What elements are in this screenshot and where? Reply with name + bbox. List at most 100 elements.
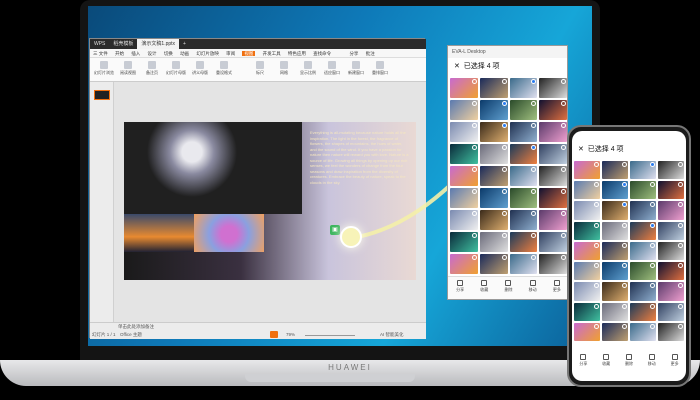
select-checkbox[interactable] [531, 211, 537, 216]
photo-thumbnail[interactable] [630, 322, 656, 341]
select-checkbox[interactable] [678, 242, 683, 248]
photo-thumbnail[interactable] [450, 144, 478, 164]
ai-beautify-button[interactable]: AI 智能美化 [380, 332, 404, 338]
photo-thumbnail[interactable] [450, 166, 478, 186]
select-checkbox[interactable] [501, 79, 507, 84]
select-checkbox[interactable] [471, 145, 477, 150]
bride-photo[interactable] [124, 122, 302, 214]
menu-transition[interactable]: 切换 [164, 51, 173, 56]
select-checkbox[interactable] [501, 145, 507, 150]
close-icon[interactable]: ✕ [454, 63, 460, 70]
photo-thumbnail[interactable] [574, 282, 600, 301]
photo-thumbnail[interactable] [630, 262, 656, 281]
tab-presentation[interactable]: 演示文稿1.pptx [137, 39, 180, 49]
photo-thumbnail[interactable] [539, 122, 567, 142]
photo-thumbnail[interactable] [574, 241, 600, 261]
photo-thumbnail[interactable] [658, 201, 684, 220]
photo-thumbnail[interactable] [658, 322, 684, 341]
menu-slideshow[interactable]: 幻灯片放映 [196, 51, 219, 56]
select-checkbox[interactable] [650, 222, 655, 228]
select-checkbox[interactable] [594, 263, 599, 269]
photo-thumbnail[interactable] [450, 254, 478, 274]
menu-file[interactable]: 三 文件 [93, 51, 108, 56]
more-action[interactable]: 更多 [665, 354, 685, 377]
photo-thumbnail[interactable] [602, 221, 628, 240]
photo-thumbnail[interactable] [450, 78, 478, 98]
more-action[interactable]: 更多 [547, 280, 567, 299]
select-checkbox[interactable] [650, 162, 655, 167]
share-action[interactable]: 分享 [573, 354, 593, 377]
handout-master-button[interactable]: 讲义母版 [190, 60, 210, 80]
photo-thumbnail[interactable] [574, 161, 600, 180]
favorite-action[interactable]: 收藏 [474, 280, 494, 299]
photo-thumbnail[interactable] [630, 181, 656, 200]
select-checkbox[interactable] [561, 101, 566, 106]
photo-thumbnail[interactable] [658, 262, 684, 281]
share-button[interactable]: 分享 [349, 51, 358, 56]
new-tab-button[interactable]: + [179, 39, 190, 49]
photo-thumbnail[interactable] [602, 262, 628, 281]
reading-view-button[interactable]: 阅读视图 [118, 60, 138, 80]
photo-thumbnail[interactable] [450, 188, 478, 208]
select-checkbox[interactable] [650, 182, 655, 188]
select-checkbox[interactable] [594, 323, 599, 329]
select-checkbox[interactable] [531, 145, 537, 150]
select-checkbox[interactable] [594, 242, 599, 248]
photo-thumbnail[interactable] [539, 144, 567, 164]
select-checkbox[interactable] [501, 255, 507, 260]
photo-thumbnail[interactable] [658, 241, 684, 261]
select-checkbox[interactable] [622, 323, 627, 329]
select-checkbox[interactable] [531, 101, 537, 106]
photo-thumbnail[interactable] [658, 161, 684, 180]
photo-thumbnail[interactable] [450, 232, 478, 252]
select-checkbox[interactable] [501, 211, 507, 216]
photo-thumbnail[interactable] [479, 122, 508, 142]
menu-home[interactable]: 开始 [115, 51, 124, 56]
select-checkbox[interactable] [678, 263, 683, 269]
select-checkbox[interactable] [531, 255, 537, 260]
flower-photo[interactable] [194, 214, 264, 252]
photo-thumbnail[interactable] [574, 262, 600, 281]
select-checkbox[interactable] [650, 242, 655, 248]
select-checkbox[interactable] [561, 233, 566, 238]
photo-thumbnail[interactable] [602, 201, 628, 220]
slide-textbox[interactable]: Everything is all-mutating because natur… [310, 130, 410, 185]
delete-action[interactable]: 删除 [498, 280, 518, 299]
move-action[interactable]: 移动 [523, 280, 543, 299]
close-icon[interactable]: ✕ [578, 146, 584, 153]
select-checkbox[interactable] [471, 79, 477, 84]
photo-thumbnail[interactable] [509, 254, 538, 274]
photo-thumbnail[interactable] [602, 161, 628, 180]
photo-thumbnail[interactable] [602, 241, 628, 261]
select-checkbox[interactable] [594, 303, 599, 309]
photo-thumbnail[interactable] [658, 221, 684, 240]
photo-thumbnail[interactable] [630, 221, 656, 240]
arrange-window-button[interactable]: 重排窗口 [370, 60, 390, 80]
reset-format-button[interactable]: 重设格式 [214, 60, 234, 80]
select-checkbox[interactable] [594, 222, 599, 228]
slide-thumbnail[interactable] [94, 90, 110, 100]
select-checkbox[interactable] [622, 222, 627, 228]
photo-thumbnail[interactable] [539, 254, 567, 274]
slide[interactable]: Everything is all-mutating because natur… [124, 122, 416, 280]
photo-thumbnail[interactable] [658, 181, 684, 200]
select-checkbox[interactable] [622, 283, 627, 289]
select-checkbox[interactable] [650, 303, 655, 309]
menu-review[interactable]: 审阅 [226, 51, 235, 56]
photo-thumbnail[interactable] [574, 302, 600, 321]
select-checkbox[interactable] [471, 255, 477, 260]
select-checkbox[interactable] [501, 123, 507, 128]
photo-thumbnail[interactable] [479, 144, 508, 164]
photo-thumbnail[interactable] [574, 322, 600, 341]
select-checkbox[interactable] [622, 202, 627, 208]
menu-insert[interactable]: 插入 [131, 51, 140, 56]
photo-thumbnail[interactable] [479, 166, 508, 186]
comment-button[interactable]: 批注 [366, 51, 375, 56]
photo-thumbnail[interactable] [509, 100, 538, 120]
photo-thumbnail[interactable] [450, 122, 478, 142]
photo-thumbnail[interactable] [539, 210, 567, 230]
select-checkbox[interactable] [678, 222, 683, 228]
select-checkbox[interactable] [650, 263, 655, 269]
zoom-button[interactable]: 显示比例 [298, 60, 318, 80]
photo-thumbnail[interactable] [574, 221, 600, 240]
